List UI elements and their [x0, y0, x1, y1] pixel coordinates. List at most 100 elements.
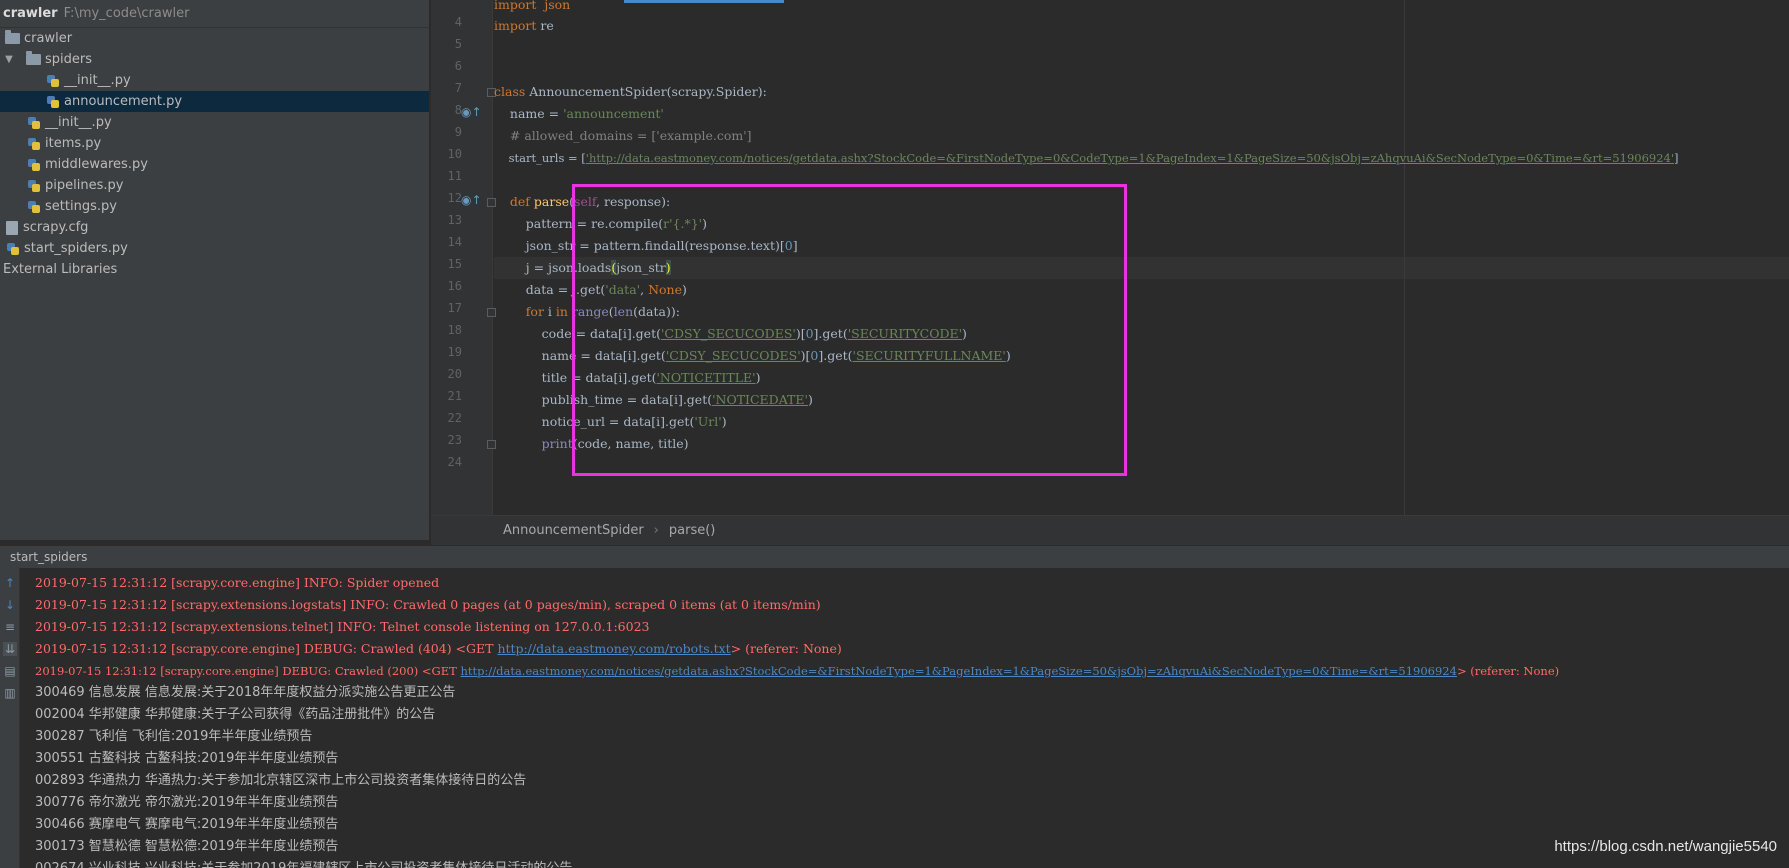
tree-item-middlewares[interactable]: middlewares.py: [0, 154, 429, 175]
override-marker-icon[interactable]: ◉↑: [461, 193, 482, 207]
tree-item-label: __init__.py: [45, 115, 112, 130]
tree-item-label: pipelines.py: [45, 178, 124, 193]
tree-item-label: settings.py: [45, 199, 117, 214]
tree-item-label: announcement.py: [64, 94, 183, 109]
code-editor[interactable]: 4 5 6 7 8 9 10 11 12 13 14 15 16 17 18 1…: [431, 0, 1789, 545]
log-text: 2019-07-15 12:31:12 [scrapy.core.engine]…: [35, 641, 498, 656]
tree-item-spiders-init[interactable]: __init__.py: [0, 70, 429, 91]
code-token: ]: [1674, 151, 1679, 165]
log-line: 2019-07-15 12:31:12 [scrapy.extensions.t…: [35, 616, 649, 638]
line-number: 6: [454, 59, 462, 73]
line-number: 9: [454, 125, 462, 139]
log-line: 2019-07-15 12:31:12 [scrapy.core.engine]…: [35, 660, 1559, 682]
line-number: 23: [447, 433, 462, 447]
console-output[interactable]: 2019-07-15 12:31:12 [scrapy.core.engine]…: [20, 568, 1789, 868]
right-margin-guide: [1404, 0, 1405, 515]
log-text: 2019-07-15 12:31:12 [scrapy.extensions.t…: [35, 619, 650, 634]
tree-item-label: middlewares.py: [45, 157, 148, 172]
python-file-icon: [46, 95, 60, 109]
expand-arrow-icon[interactable]: ▼: [2, 54, 16, 65]
tree-item-label: items.py: [45, 136, 102, 151]
tree-item-items[interactable]: items.py: [0, 133, 429, 154]
log-text: > (referer: None): [730, 641, 842, 656]
override-marker-icon[interactable]: ◉↑: [461, 105, 482, 119]
log-text: > (referer: None): [1456, 664, 1560, 678]
code-token: print: [494, 436, 573, 451]
python-file-icon: [46, 74, 60, 88]
code-area[interactable]: import json import re class Announcement…: [494, 0, 1789, 515]
editor-gutter: 4 5 6 7 8 9 10 11 12 13 14 15 16 17 18 1…: [431, 0, 496, 515]
code-token: parse: [529, 194, 570, 209]
project-path: F:\my_code\crawler: [63, 6, 190, 21]
tree-item-external-libraries[interactable]: External Libraries: [0, 259, 429, 280]
tree-item-init[interactable]: __init__.py: [0, 112, 429, 133]
log-line: 2019-07-15 12:31:12 [scrapy.core.engine]…: [35, 638, 842, 660]
line-number: 12: [447, 191, 462, 205]
breadcrumb: AnnouncementSpider › parse(): [431, 515, 1789, 545]
scroll-up-icon[interactable]: ↑: [3, 576, 17, 590]
code-line-7: class AnnouncementSpider(scrapy.Spider):: [494, 81, 767, 103]
line-number: 22: [447, 411, 462, 425]
line-number: 7: [454, 81, 462, 95]
log-text: 2019-07-15 12:31:12 [scrapy.core.engine]…: [35, 575, 440, 590]
project-name[interactable]: crawler: [3, 6, 58, 21]
code-token: re: [536, 18, 554, 33]
log-link[interactable]: http://data.eastmoney.com/robots.txt: [497, 641, 730, 656]
output-line: 300173 智慧松德 智慧松德:2019年半年度业绩预告: [35, 839, 339, 854]
tree-item-settings[interactable]: settings.py: [0, 196, 429, 217]
project-panel: crawler F:\my_code\crawler crawler ▼ spi…: [0, 0, 430, 540]
output-line: 300551 古鳌科技 古鳌科技:2019年半年度业绩预告: [35, 751, 339, 766]
output-line: 300776 帝尔激光 帝尔激光:2019年半年度业绩预告: [35, 795, 339, 810]
output-line: 300287 飞利信 飞利信:2019年半年度业绩预告: [35, 729, 313, 744]
url-string[interactable]: 'http://data.eastmoney.com/notices/getda…: [586, 151, 1674, 165]
log-line: 2019-07-15 12:31:12 [scrapy.core.engine]…: [35, 572, 439, 594]
line-number: 14: [447, 235, 462, 249]
line-number: 17: [447, 301, 462, 315]
run-panel-header: start_spiders: [0, 545, 1789, 568]
output-line: 002004 华邦健康 华邦健康:关于子公司获得《药品注册批件》的公告: [35, 707, 436, 722]
folder-icon: [26, 51, 41, 65]
code-line-9: # allowed_domains = ['example.com']: [494, 125, 752, 147]
code-token: # allowed_domains = ['example.com']: [494, 128, 752, 143]
code-token: 'announcement': [563, 106, 664, 121]
line-number: 21: [447, 389, 462, 403]
breadcrumb-method[interactable]: parse(): [669, 523, 715, 538]
log-text: 2019-07-15 12:31:12 [scrapy.core.engine]…: [35, 664, 461, 678]
tree-item-start-spiders[interactable]: start_spiders.py: [0, 238, 429, 259]
scroll-down-icon[interactable]: ↓: [3, 598, 17, 612]
project-tree: crawler ▼ spiders __init__.py announceme…: [0, 28, 429, 280]
code-line-4: import re: [494, 15, 554, 37]
code-token: i: [543, 304, 556, 319]
log-link[interactable]: http://data.eastmoney.com/notices/getdat…: [460, 664, 1456, 678]
run-toolbar: ↑ ↓ ≡ ⇊ ▤ ▥: [0, 568, 20, 868]
output-line: 300466 赛摩电气 赛摩电气:2019年半年度业绩预告: [35, 817, 339, 832]
line-number: 15: [447, 257, 462, 271]
line-number: 13: [447, 213, 462, 227]
active-tab-underline: [624, 0, 784, 3]
folder-icon: [5, 30, 20, 44]
run-tab-label[interactable]: start_spiders: [10, 550, 87, 564]
tree-item-label: __init__.py: [64, 73, 131, 88]
output-line: 300469 信息发展 信息发展:关于2018年年度权益分派实施公告更正公告: [35, 685, 456, 700]
print-icon[interactable]: ▤: [3, 664, 17, 678]
line-number: 5: [454, 37, 462, 51]
scroll-to-end-icon[interactable]: ⇊: [3, 642, 17, 656]
code-token: start_urls = [: [494, 151, 586, 165]
tree-item-announcement[interactable]: announcement.py: [0, 91, 429, 112]
code-token: in: [555, 304, 568, 319]
tree-item-scrapy-cfg[interactable]: scrapy.cfg: [0, 217, 429, 238]
tree-item-crawler[interactable]: crawler: [0, 28, 429, 49]
log-line: 2019-07-15 12:31:12 [scrapy.extensions.l…: [35, 594, 821, 616]
soft-wrap-icon[interactable]: ≡: [3, 620, 17, 634]
code-token: AnnouncementSpider(scrapy.Spider):: [525, 84, 767, 99]
watermark: https://blog.csdn.net/wangjie5540: [1554, 838, 1777, 855]
line-number: 20: [447, 367, 462, 381]
code-token: name =: [494, 106, 564, 121]
code-token: def: [494, 194, 530, 209]
code-token: import: [494, 18, 537, 33]
tree-item-pipelines[interactable]: pipelines.py: [0, 175, 429, 196]
breadcrumb-class[interactable]: AnnouncementSpider: [503, 523, 644, 538]
trash-icon[interactable]: ▥: [3, 686, 17, 700]
tree-item-spiders[interactable]: ▼ spiders: [0, 49, 429, 70]
code-token: import json: [494, 0, 571, 12]
